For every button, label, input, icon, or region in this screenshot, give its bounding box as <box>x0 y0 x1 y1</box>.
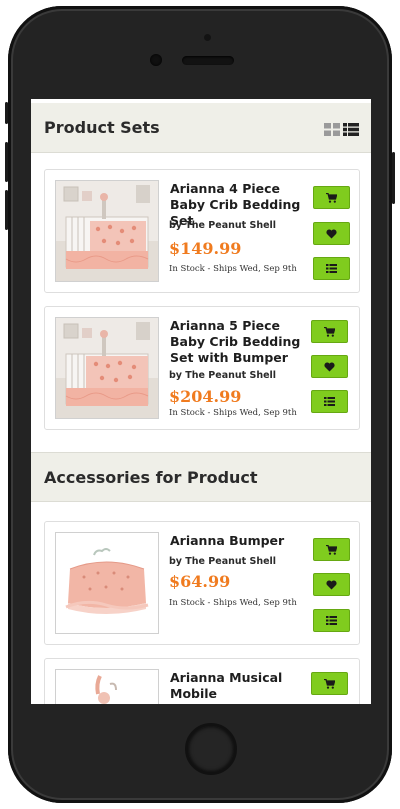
volume-down-button <box>5 190 8 230</box>
add-to-cart-button[interactable] <box>313 186 350 209</box>
heart-icon <box>326 228 337 238</box>
product-image[interactable] <box>55 317 159 419</box>
view-details-button[interactable] <box>311 390 348 413</box>
product-price: $149.99 <box>169 239 242 258</box>
product-price: $204.99 <box>169 387 242 406</box>
list-icon <box>324 397 335 406</box>
product-image[interactable] <box>55 180 159 282</box>
section-title: Product Sets <box>44 118 160 137</box>
list-icon <box>326 616 337 625</box>
proximity-sensor <box>204 34 211 41</box>
front-camera <box>150 54 162 66</box>
silent-switch <box>5 102 8 124</box>
earpiece-speaker <box>182 56 234 65</box>
cart-icon <box>324 678 335 689</box>
add-to-cart-button[interactable] <box>311 320 348 343</box>
screen: Product Sets Arianna 4 Piece Baby Crib B… <box>31 99 371 704</box>
product-name[interactable]: Arianna Bumper <box>170 533 305 549</box>
home-button[interactable] <box>185 723 237 775</box>
add-to-wishlist-button[interactable] <box>313 573 350 596</box>
section-header-accessories: Accessories for Product <box>31 452 371 502</box>
list-icon <box>326 264 337 273</box>
add-to-cart-button[interactable] <box>313 538 350 561</box>
section-header-product-sets: Product Sets <box>31 103 371 153</box>
power-button <box>392 152 395 204</box>
product-card: Arianna Bumper by The Peanut Shell $64.9… <box>44 521 360 645</box>
product-card: Arianna 4 Piece Baby Crib Bedding Set by… <box>44 169 360 293</box>
product-stock: In Stock - Ships Wed, Sep 9th <box>169 598 297 608</box>
volume-up-button <box>5 142 8 182</box>
product-name[interactable]: Arianna Musical Mobile <box>170 670 305 702</box>
product-price: $64.99 <box>169 572 231 591</box>
product-brand: by The Peanut Shell <box>169 556 277 567</box>
product-stock: In Stock - Ships Wed, Sep 9th <box>169 264 297 274</box>
product-card: Arianna Musical Mobile <box>44 658 360 704</box>
add-to-cart-button[interactable] <box>311 672 348 695</box>
cart-icon <box>326 544 337 555</box>
product-card: Arianna 5 Piece Baby Crib Bedding Set wi… <box>44 306 360 430</box>
view-details-button[interactable] <box>313 257 350 280</box>
product-brand: by The Peanut Shell <box>169 370 277 381</box>
view-details-button[interactable] <box>313 609 350 632</box>
product-name[interactable]: Arianna 5 Piece Baby Crib Bedding Set wi… <box>170 318 305 366</box>
list-view-icon[interactable] <box>343 121 359 136</box>
product-brand: by The Peanut Shell <box>169 220 277 231</box>
product-stock: In Stock - Ships Wed, Sep 9th <box>169 408 297 418</box>
add-to-wishlist-button[interactable] <box>313 222 350 245</box>
add-to-wishlist-button[interactable] <box>311 355 348 378</box>
heart-icon <box>326 579 337 589</box>
product-image[interactable] <box>55 532 159 634</box>
cart-icon <box>326 192 337 203</box>
product-image[interactable] <box>55 669 159 704</box>
heart-icon <box>324 361 335 371</box>
cart-icon <box>324 326 335 337</box>
grid-view-icon[interactable] <box>324 121 340 136</box>
section-title: Accessories for Product <box>44 467 258 487</box>
view-toggle <box>324 121 359 136</box>
